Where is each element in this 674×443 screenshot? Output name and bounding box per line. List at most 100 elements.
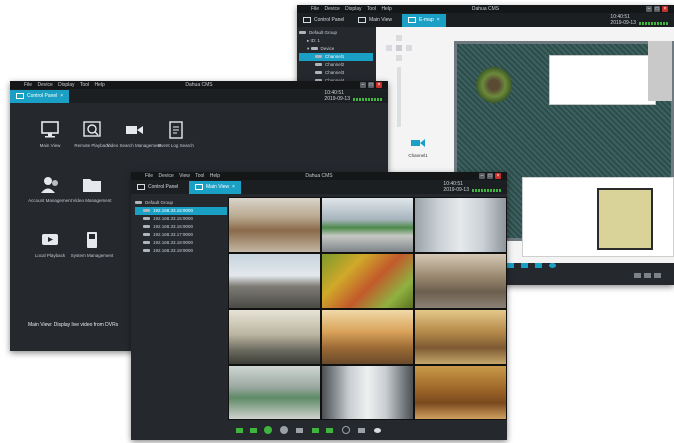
clock: 10:40:51 2019-09-13 [443,181,469,193]
minimize-button[interactable]: – [360,82,366,88]
record-icon[interactable] [264,426,272,434]
close-button[interactable]: × [662,6,668,12]
event-log-shortcut[interactable]: Event Log Search [146,121,206,148]
tree-item[interactable]: ▸ ID: 1 [299,37,373,45]
tree-item[interactable]: 192.168.33.15:9000 [135,215,227,223]
camera-icon [411,139,425,147]
clock-date: 2019-09-13 [610,20,636,26]
tab-control-panel[interactable]: Control Panel [297,14,350,27]
minimap-view[interactable] [597,188,653,250]
video-cell-station[interactable] [322,198,413,252]
zoom-slider[interactable] [397,67,401,127]
tree-root[interactable]: Default Group [299,29,373,37]
tree-item-label: 192.168.33.17:9000 [153,232,194,237]
tree-item[interactable]: Channel2 [299,61,373,69]
close-tab-icon[interactable]: × [60,93,63,99]
tab-emap[interactable]: E-map × [402,14,446,27]
group-icon [299,31,306,35]
camera-marker[interactable]: Channel1 [406,135,430,158]
tree-item-label: 192.168.33.19:9000 [153,248,194,253]
screen-icon[interactable] [250,428,257,433]
video-cell-supermarket[interactable] [229,198,320,252]
plant [476,67,512,103]
video-cell-shopping-center[interactable] [322,310,413,364]
tab-control-panel[interactable]: Control Panel [131,181,184,194]
cpu-meter [472,189,502,192]
layout-icon[interactable] [236,428,243,433]
title-bar: File Device View Tool Help Dahua CMS – □… [131,172,507,180]
device-tree: Default Group 192.168.33.15:9000 192.168… [135,199,227,255]
tree-item[interactable]: 192.168.33.16:9000 [135,223,227,231]
folder-icon [83,179,101,192]
camera-icon [126,126,143,134]
camera-icon [315,71,322,75]
tree-item-label: Channel1 [325,54,345,59]
video-cell-airport[interactable] [229,254,320,308]
monitor-icon [16,92,24,99]
pan-control[interactable] [386,35,412,61]
maximize-button[interactable]: □ [654,6,660,12]
tree-root[interactable]: Default Group [135,199,227,207]
video-cell-street[interactable] [415,254,506,308]
tree-item[interactable]: 192.168.33.17:9000 [135,231,227,239]
window-title: Dahua CMS [185,82,213,88]
dvr-icon [143,241,150,245]
maximize-button[interactable]: □ [487,173,493,179]
exit-icon[interactable] [654,273,661,278]
video-management-shortcut[interactable]: Video Management [62,176,122,203]
light-icon[interactable] [374,428,381,433]
group-icon [135,201,142,205]
fullscreen-icon[interactable] [634,273,641,278]
system-management-shortcut[interactable]: System Management [62,231,122,258]
close-tab-icon[interactable]: × [437,17,440,23]
tree-root-label: Default Group [309,30,338,35]
tab-main-view[interactable]: Main View [352,14,398,27]
minimize-button[interactable]: – [479,173,485,179]
tab-control-panel[interactable]: Control Panel × [10,90,70,103]
tree-item[interactable]: 192.168.33.19:9000 [135,247,227,255]
tree-item[interactable]: Channel3 [299,69,373,77]
zoom-out-icon[interactable] [521,263,528,268]
snapshot-icon[interactable] [296,428,303,433]
local-playback-icon [42,234,58,245]
video-cell-factory[interactable] [229,366,320,419]
close-tab-icon[interactable]: × [232,184,235,190]
tree-item[interactable]: Channel1 [299,53,373,61]
tree-item-label: 192.168.33.16:9000 [153,224,194,229]
tree-item-label: 192.168.33.15:9000 [153,216,194,221]
map-icon [408,16,416,23]
minimap[interactable] [522,177,674,257]
video-cell-library[interactable] [415,366,506,419]
sequence-icon[interactable] [342,426,350,434]
monitor-icon [41,121,59,138]
tab-main-view[interactable]: Main View × [189,181,241,194]
tree-item-label: Device [320,46,335,51]
close-button[interactable]: × [495,173,501,179]
tab-label: Main View [206,184,229,190]
video-cell-fruit-market[interactable] [322,254,413,308]
close-button[interactable]: × [376,82,382,88]
zoom-in-icon[interactable] [507,263,514,268]
locate-icon[interactable] [535,263,542,268]
video-cell-metro[interactable] [322,366,413,419]
tree-item[interactable]: 192.168.33.18:9000 [135,239,227,247]
stop-icon[interactable] [280,426,288,434]
clock: 10:40:51 2019-09-13 [324,90,350,102]
tab-bar: Control Panel Main View E-map × 10:40:51 … [297,13,674,27]
next-icon[interactable] [326,428,333,433]
settings-icon[interactable] [644,273,651,278]
refresh-icon[interactable] [549,263,556,268]
device-tree: Default Group ▸ ID: 1 ▾ Device Channel1 … [299,29,373,85]
dvr-icon [143,225,150,229]
prev-icon[interactable] [312,428,319,433]
minimize-button[interactable]: – [646,6,652,12]
status-text: Main View: Display live video from DVRs [28,322,119,328]
video-cell-hall[interactable] [415,310,506,364]
maximize-button[interactable]: □ [368,82,374,88]
tree-item[interactable]: 192.168.33.15:9000 [135,207,227,215]
video-cell-mall[interactable] [229,310,320,364]
audio-icon[interactable] [358,428,365,433]
video-cell-elevator[interactable] [415,198,506,252]
tree-item[interactable]: ▾ Device [299,45,373,53]
phone-icon [87,232,97,248]
